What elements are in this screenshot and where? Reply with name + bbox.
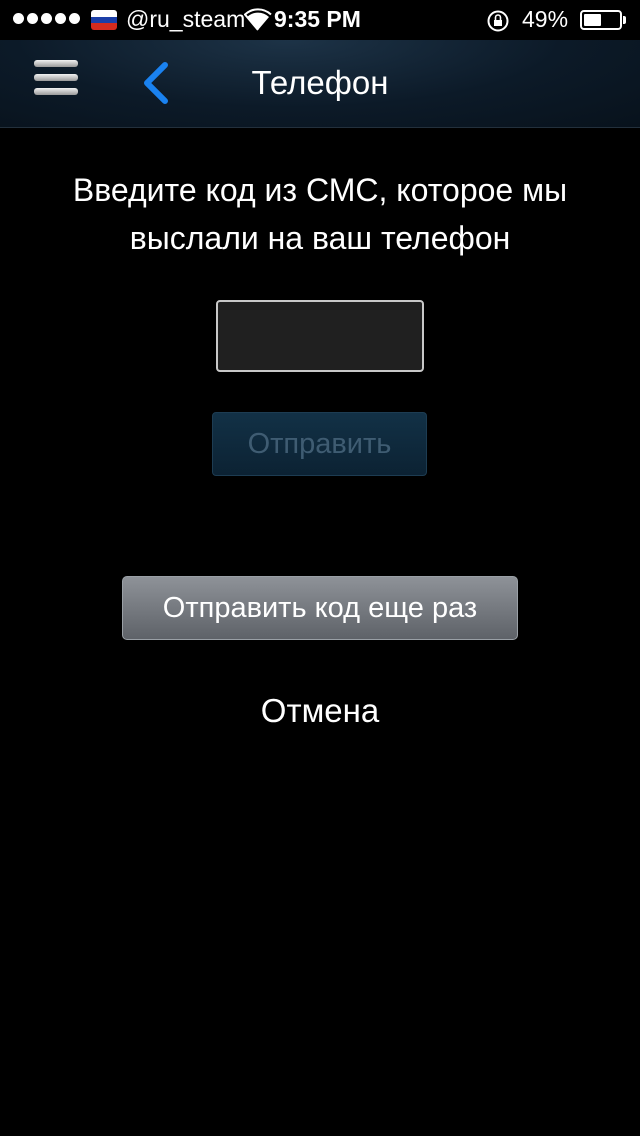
status-time: 9:35 PM: [274, 6, 361, 32]
page-title: Телефон: [251, 64, 389, 101]
signal-dots-icon: [13, 13, 83, 24]
wifi-icon: [244, 8, 272, 31]
cancel-link[interactable]: Отмена: [0, 692, 640, 730]
instruction-line-2: выслали на ваш телефон: [129, 220, 511, 256]
sms-code-input[interactable]: [216, 300, 424, 372]
submit-button[interactable]: Отправить: [212, 412, 427, 476]
instruction-text: Введите код из СМС, которое мы выслали н…: [0, 166, 640, 262]
status-bar: @ru_steam 9:35 PM 49%: [0, 0, 640, 40]
orientation-lock-icon: [487, 10, 509, 32]
battery-percent: 49%: [522, 6, 569, 32]
battery-tip: [623, 16, 626, 24]
nav-bar: Телефон: [0, 40, 640, 128]
battery-icon: [580, 10, 622, 30]
instruction-line-1: Введите код из СМС, которое мы: [72, 172, 568, 208]
carrier-name: @ru_steam: [126, 6, 246, 32]
resend-code-button[interactable]: Отправить код еще раз: [122, 576, 518, 640]
russia-flag-icon: [91, 10, 117, 30]
